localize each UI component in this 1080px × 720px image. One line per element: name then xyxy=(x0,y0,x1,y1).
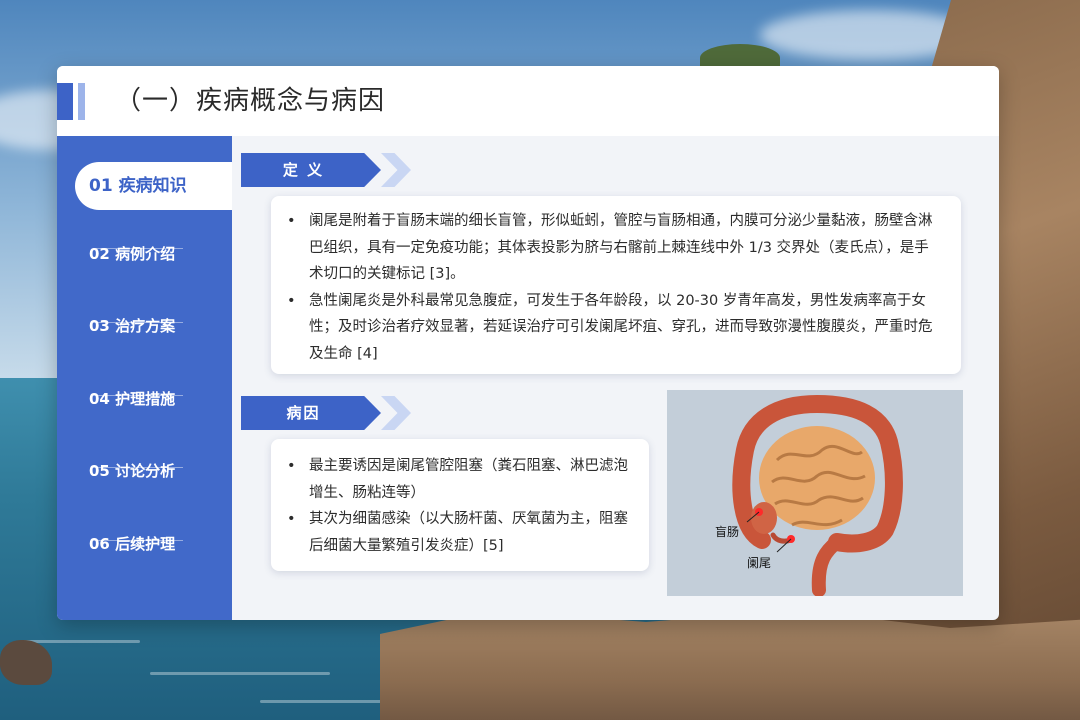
definition-tag: 定 义 xyxy=(241,153,413,187)
cecum-label: 盲肠 xyxy=(715,525,740,539)
sidebar-item-treatment-plan[interactable]: 03 治疗方案 xyxy=(57,302,232,350)
title-accent-bar-light xyxy=(78,83,85,120)
intestine-illustration: 盲肠 阑尾 xyxy=(667,390,963,597)
page-title: （一）疾病概念与病因 xyxy=(115,86,386,116)
tag-chevron xyxy=(381,396,411,430)
slide-panel: （一）疾病概念与病因 01 疾病知识 02 病例介绍 03 治疗方案 04 护理… xyxy=(57,66,999,620)
cause-tag-label: 病因 xyxy=(286,404,321,422)
definition-bullet: 急性阑尾炎是外科最常见急腹症，可发生于各年龄段，以 20-30 岁青年高发，男性… xyxy=(281,288,941,368)
shore-rock xyxy=(380,610,1080,720)
cause-bullet: 最主要诱因是阑尾管腔阻塞（粪石阻塞、淋巴滤泡增生、肠粘连等） xyxy=(281,453,635,506)
sidebar-item-case-intro[interactable]: 02 病例介绍 xyxy=(57,230,232,278)
sidebar-item-discussion[interactable]: 05 讨论分析 xyxy=(57,447,232,495)
intestine-drawing xyxy=(732,394,903,597)
definition-bullet: 阑尾是附着于盲肠末端的细长盲管，形似蚯蚓，管腔与盲肠相通，内膜可分泌少量黏液，肠… xyxy=(281,208,941,288)
definition-tag-label: 定 义 xyxy=(282,161,325,179)
sidebar-item-disease-knowledge[interactable]: 01 疾病知识 xyxy=(75,162,232,210)
title-accent-bar xyxy=(57,83,73,120)
sidebar-item-follow-up-care[interactable]: 06 后续护理 xyxy=(57,520,232,568)
sidebar-nav: 01 疾病知识 02 病例介绍 03 治疗方案 04 护理措施 05 讨论分析 … xyxy=(57,136,232,620)
tag-chevron xyxy=(381,153,411,187)
appendix-label: 阑尾 xyxy=(747,556,772,570)
wave xyxy=(150,672,330,675)
cause-tag: 病因 xyxy=(241,396,413,430)
definition-card: 阑尾是附着于盲肠末端的细长盲管，形似蚯蚓，管腔与盲肠相通，内膜可分泌少量黏液，肠… xyxy=(271,196,961,374)
cause-card: 最主要诱因是阑尾管腔阻塞（粪石阻塞、淋巴滤泡增生、肠粘连等） 其次为细菌感染（以… xyxy=(271,439,649,571)
slide-header: （一）疾病概念与病因 xyxy=(57,66,999,136)
cause-bullet: 其次为细菌感染（以大肠杆菌、厌氧菌为主，阻塞后细菌大量繁殖引发炎症）[5] xyxy=(281,506,635,559)
wave xyxy=(260,700,400,703)
sidebar-item-nursing-measures[interactable]: 04 护理措施 xyxy=(57,375,232,423)
